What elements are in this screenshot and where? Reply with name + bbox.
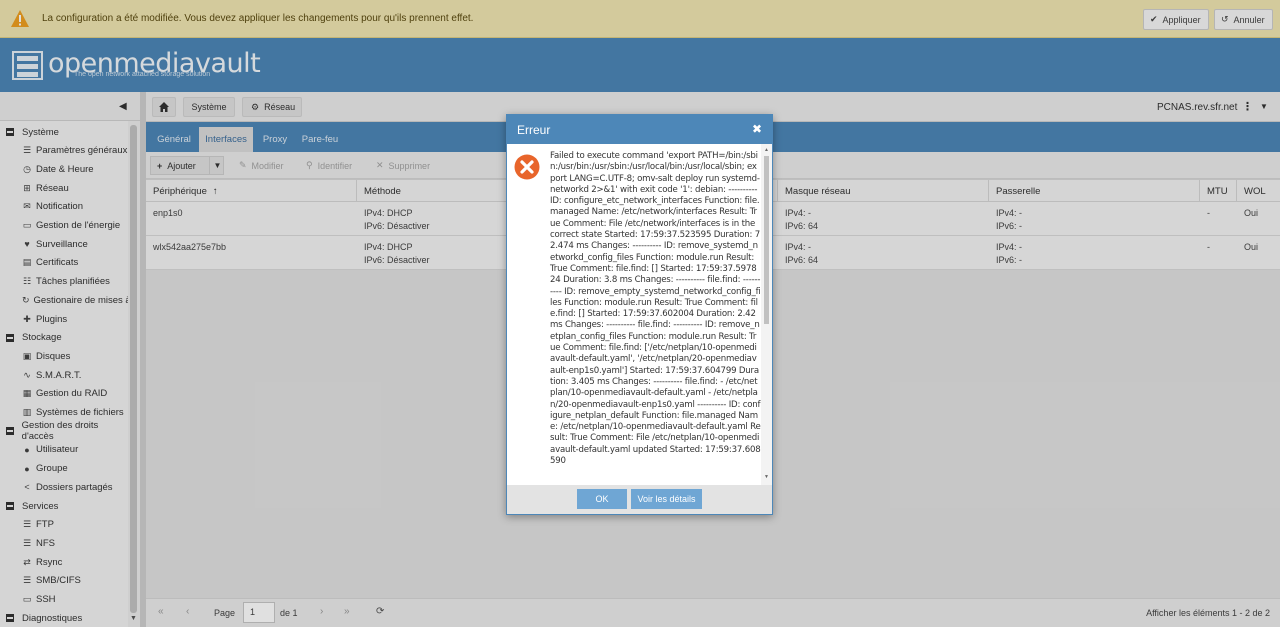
dialog-title: Erreur	[517, 123, 551, 137]
dialog-body: Failed to execute command 'export PATH=/…	[507, 144, 772, 485]
ok-button[interactable]: OK	[577, 489, 627, 509]
dialog-header: Erreur ✖	[507, 115, 772, 144]
view-details-button[interactable]: Voir les détails	[631, 489, 702, 509]
close-icon[interactable]: ✖	[752, 122, 762, 136]
scroll-up-icon[interactable]: ▲	[764, 147, 769, 153]
scroll-down-icon[interactable]: ▼	[764, 474, 769, 480]
error-icon	[514, 154, 540, 180]
dialog-scroll-thumb[interactable]	[764, 156, 769, 324]
error-dialog: Erreur ✖ Failed to execute command 'expo…	[506, 114, 773, 515]
dialog-scrollbar[interactable]: ▲ ▼	[761, 144, 772, 485]
dialog-footer: OK Voir les détails	[507, 485, 772, 514]
error-message: Failed to execute command 'export PATH=/…	[550, 151, 761, 467]
